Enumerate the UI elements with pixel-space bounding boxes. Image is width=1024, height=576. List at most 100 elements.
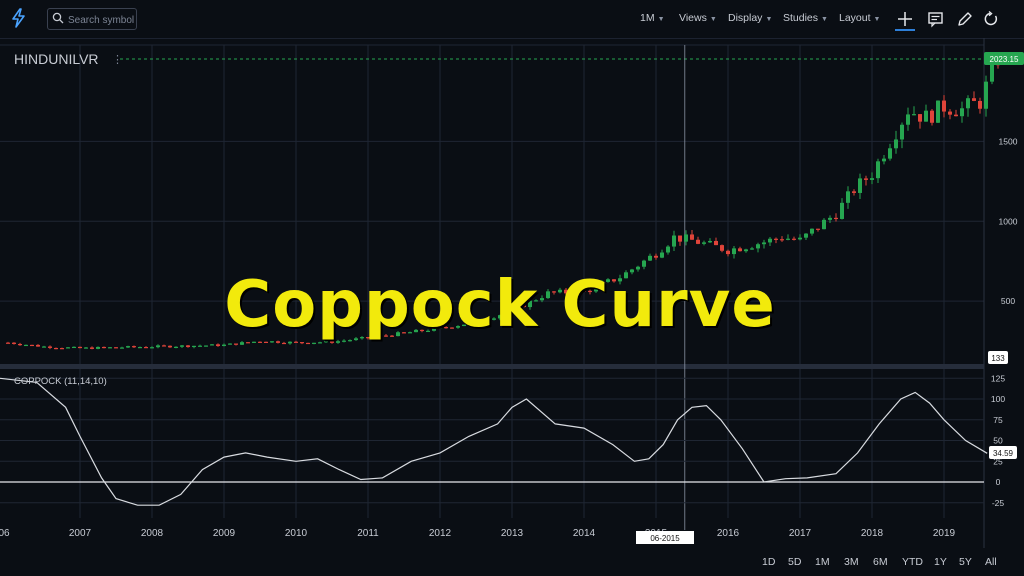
candle-body [696, 239, 700, 244]
price-y-tick-label: 500 [1001, 296, 1015, 306]
candle-body [666, 246, 670, 253]
candle-body [456, 326, 460, 328]
candle-body [570, 293, 574, 295]
search-input[interactable] [66, 11, 138, 29]
range-1y-button[interactable]: 1Y [934, 556, 947, 568]
candle-body [90, 347, 94, 349]
layout-menu[interactable]: Layout ▼ [839, 12, 880, 24]
candle-body [252, 341, 256, 343]
comment-tool-button[interactable] [926, 9, 946, 29]
candle-body [396, 332, 400, 337]
range-ytd-button[interactable]: YTD [902, 556, 923, 568]
candle-body [162, 345, 166, 347]
range-3m-button[interactable]: 3M [844, 556, 859, 568]
candle-body [204, 345, 208, 347]
candle-body [558, 289, 562, 293]
reset-button[interactable] [981, 9, 1001, 29]
symbol-label: HINDUNILVR [14, 51, 99, 67]
candle-body [276, 341, 280, 343]
candle-body [678, 235, 682, 242]
candle-body [108, 347, 112, 349]
crosshair-tool-button[interactable] [895, 9, 915, 31]
candle-body [804, 233, 808, 238]
lightning-logo-icon[interactable] [10, 8, 28, 28]
symbol-search[interactable] [47, 8, 138, 30]
candle-body [120, 347, 124, 349]
candle-body [744, 249, 748, 252]
candle-body [504, 312, 508, 316]
x-tick-label: 2011 [357, 528, 379, 539]
candle-body [690, 234, 694, 240]
display-label: Display [728, 12, 763, 24]
candle-body [720, 245, 724, 251]
candle-body [168, 345, 172, 348]
candle-body [930, 110, 934, 123]
candle-body [372, 336, 376, 339]
candle-body [366, 337, 370, 339]
price-y-tick-label: 1000 [999, 216, 1018, 226]
candle-body [270, 341, 274, 343]
candle-body [264, 341, 268, 343]
x-tick-label: 2007 [69, 528, 92, 539]
panel-divider [0, 364, 984, 369]
candle-body [354, 338, 358, 341]
candle-body [282, 342, 286, 345]
candle-body [618, 278, 622, 282]
candle-body [936, 100, 940, 123]
candle-body [486, 319, 490, 322]
candle-body [462, 324, 466, 327]
views-menu[interactable]: Views ▼ [679, 12, 717, 24]
candle-body [198, 345, 202, 347]
candle-body [360, 337, 364, 339]
chevron-down-icon: ▼ [873, 16, 881, 23]
candle-body [426, 330, 430, 333]
candle-body [642, 260, 646, 267]
indicator-label: COPPOCK (11,14,10) [14, 376, 107, 387]
candle-body [48, 346, 52, 348]
candle-body [954, 114, 958, 117]
range-6m-button[interactable]: 6M [873, 556, 888, 568]
range-1d-button[interactable]: 1D [762, 556, 775, 568]
last-price-label: 2023.15 [990, 55, 1019, 64]
candle-body [294, 341, 298, 343]
candle-body [384, 335, 388, 337]
studies-label: Studies [783, 12, 819, 24]
candle-body [414, 329, 418, 333]
x-tick-label: 2016 [717, 528, 740, 539]
candle-body [24, 344, 28, 347]
candle-body [498, 315, 502, 319]
candle-body [480, 320, 484, 322]
candle-body [528, 300, 532, 308]
candle-body [36, 344, 40, 347]
range-5y-button[interactable]: 5Y [959, 556, 972, 568]
candle-body [522, 305, 526, 308]
candle-body [774, 238, 778, 240]
chart-panel[interactable]: 0620072008200920102011201220132014201520… [0, 38, 1024, 548]
symbol-menu-icon[interactable]: ⋮ [112, 54, 123, 66]
candle-body [180, 345, 184, 347]
range-1m-button[interactable]: 1M [815, 556, 830, 568]
candle-body [864, 178, 868, 180]
draw-tool-button[interactable] [955, 9, 975, 29]
range-5d-button[interactable]: 5D [788, 556, 801, 568]
candle-body [966, 98, 970, 109]
x-tick-label: 2008 [141, 528, 164, 539]
x-tick-label: 2019 [933, 528, 956, 539]
candle-body [798, 237, 802, 240]
candle-body [738, 248, 742, 252]
candle-body [780, 239, 784, 241]
candle-body [192, 345, 196, 348]
candle-body [660, 252, 664, 258]
studies-menu[interactable]: Studies ▼ [783, 12, 828, 24]
x-tick-label: 2012 [429, 528, 452, 539]
display-menu[interactable]: Display ▼ [728, 12, 772, 24]
candle-body [546, 291, 550, 299]
candle-body [126, 346, 130, 348]
interval-dropdown[interactable]: 1M ▼ [640, 12, 665, 24]
range-all-button[interactable]: All [985, 556, 997, 568]
candle-body [894, 139, 898, 149]
candle-body [732, 248, 736, 255]
coppock-value-label: 34.59 [993, 449, 1014, 458]
candle-body [600, 281, 604, 286]
coppock-y-tick-label: 50 [993, 436, 1003, 446]
